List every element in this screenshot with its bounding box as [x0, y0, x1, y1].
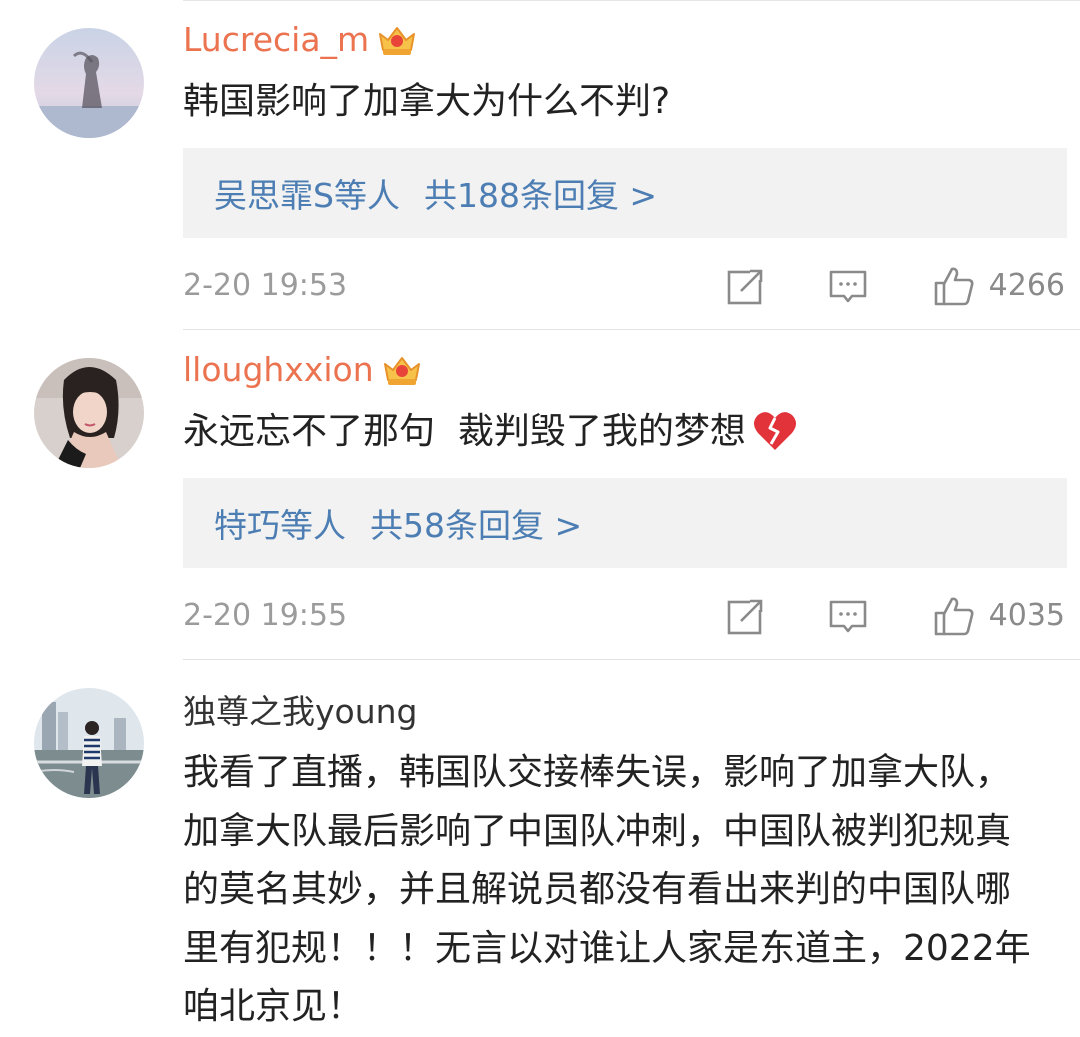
reply-count-link[interactable]: 共188条回复 >	[424, 169, 657, 217]
reply-count-link[interactable]: 共58条回复 >	[370, 499, 582, 547]
comment-meta: 2-20 19:55 4035	[183, 594, 1065, 638]
username-text[interactable]: lloughxxion	[183, 350, 374, 390]
username-text[interactable]: 独尊之我young	[183, 692, 418, 732]
comment-text: 韩国影响了加拿大为什么不判?	[183, 73, 1040, 130]
comment-text: 我看了直播，韩国队交接棒失误，影响了加拿大队，加拿大队最后影响了中国队冲刺，中国…	[183, 744, 1043, 1037]
vip-level: 2	[416, 376, 422, 388]
avatar[interactable]	[34, 28, 144, 138]
comment-text: 永远忘不了那句 裁判毁了我的梦想	[183, 403, 1040, 460]
username[interactable]: Lucrecia_m 4	[183, 20, 418, 60]
repost-icon[interactable]	[726, 266, 766, 306]
like-button[interactable]: 4035	[933, 594, 1065, 638]
comment-time: 2-20 19:53	[183, 268, 348, 303]
comment-time: 2-20 19:55	[183, 598, 348, 633]
comment-item: 独尊之我young 我看了直播，韩国队交接棒失误，影响了加拿大队，加拿大队最后影…	[0, 660, 1080, 1037]
reply-names[interactable]: 特巧等人	[214, 499, 346, 547]
vip-crown-icon: 4	[377, 22, 418, 59]
username[interactable]: lloughxxion 2	[183, 350, 423, 390]
repost-icon[interactable]	[726, 596, 766, 636]
avatar[interactable]	[34, 688, 144, 798]
like-count: 4035	[988, 598, 1065, 633]
comment-meta: 2-20 19:53 4266	[183, 264, 1065, 308]
comment-text-content: 我看了直播，韩国队交接棒失误，影响了加拿大队，加拿大队最后影响了中国队冲刺，中国…	[183, 752, 1031, 1027]
username[interactable]: 独尊之我young	[183, 692, 418, 732]
like-count: 4266	[988, 268, 1065, 303]
broken-heart-icon	[752, 410, 798, 454]
vip-crown-icon: 2	[382, 352, 423, 389]
comment-item: lloughxxion 2 永远忘不了那句 裁判毁了我的梦想 特巧等人 共58条…	[0, 330, 1080, 660]
thumbs-up-icon[interactable]	[933, 595, 975, 637]
username-text[interactable]: Lucrecia_m	[183, 20, 369, 60]
comment-item: Lucrecia_m 4 韩国影响了加拿大为什么不判? 吴思霏S等人 共188条…	[0, 0, 1080, 330]
comment-icon[interactable]	[828, 266, 868, 306]
vip-level: 4	[411, 46, 417, 58]
reply-summary[interactable]: 吴思霏S等人 共188条回复 >	[183, 148, 1067, 238]
reply-summary[interactable]: 特巧等人 共58条回复 >	[183, 478, 1067, 568]
avatar[interactable]	[34, 358, 144, 468]
comment-icon[interactable]	[828, 596, 868, 636]
thumbs-up-icon[interactable]	[933, 265, 975, 307]
comment-text-content: 韩国影响了加拿大为什么不判?	[183, 81, 671, 122]
like-button[interactable]: 4266	[933, 264, 1065, 308]
reply-names[interactable]: 吴思霏S等人	[214, 169, 400, 217]
comment-text-content: 永远忘不了那句 裁判毁了我的梦想	[183, 411, 746, 452]
